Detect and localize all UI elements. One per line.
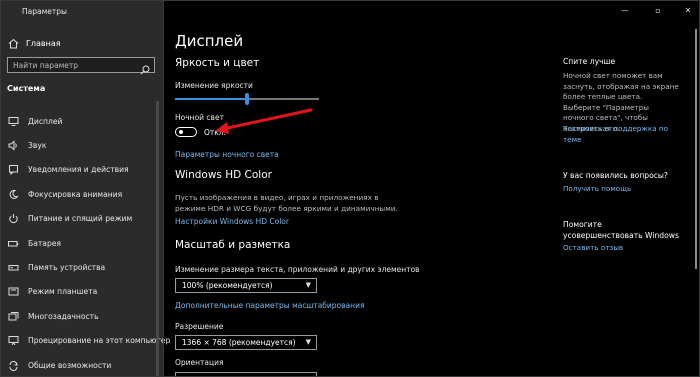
hdr-description: Пусть изображения в видео, играх и прило… [175,193,398,213]
sidebar-item-storage[interactable]: Память устройства [1,255,163,279]
sidebar-item-multitasking[interactable]: Многозадачность [1,304,163,328]
chevron-down-icon: ▼ [305,338,311,346]
sidebar-item-label: Режим планшета [28,287,98,297]
speaker-icon [7,140,19,152]
sidebar-item-projecting[interactable]: Проецирование на этот компьютер [1,329,170,353]
brightness-label: Изменение яркости [175,81,253,90]
scale-section-title: Масштаб и разметка [175,239,291,251]
search-icon[interactable] [140,60,150,75]
shared-icon [7,359,19,371]
brightness-section-title: Яркость и цвет [175,57,260,69]
sidebar-item-focus-assist[interactable]: Фокусировка внимания [1,182,163,206]
toggle-knob [179,129,183,134]
monitor-icon [7,115,19,127]
improve-title: Помогите усовершенствовать Windows [563,220,679,240]
support-link[interactable]: Техническая поддержка по теме [563,124,681,145]
main-content: Дисплей Яркость и цвет Изменение яркости… [175,1,535,376]
hdr-settings-link[interactable]: Настройки Windows HD Color [175,217,289,226]
sidebar-item-label: Звук [28,141,47,151]
chevron-down-icon: ▼ [305,281,311,289]
projector-icon [7,335,19,347]
sidebar-item-label: Питание и спящий режим [28,214,133,224]
scale-dropdown[interactable]: 100% (рекомендуется) ▼ [175,278,317,293]
scale-label: Изменение размера текста, приложений и д… [175,265,420,274]
search-box[interactable] [7,57,155,75]
get-help-link[interactable]: Получить помощь [563,184,681,195]
night-light-settings-link[interactable]: Параметры ночного света [175,150,279,159]
sidebar-item-label: Фокусировка внимания [28,189,123,199]
storage-icon [7,262,19,274]
sidebar-nav: Дисплей Звук Уведомления и действия Фоку… [1,109,170,376]
night-light-toggle[interactable] [175,127,197,137]
app-title: Параметры [22,7,67,16]
multitasking-icon [7,310,19,322]
help-aside: Спите лучше Ночной свет поможет вам засн… [563,1,693,376]
brightness-slider-fill [175,98,247,100]
resolution-dropdown-value: 1366 × 768 (рекомендуется) [182,338,296,347]
sidebar-item-sound[interactable]: Звук [1,133,163,157]
sidebar-item-label: Память устройства [28,263,106,273]
questions-title: У вас появились вопросы? [563,171,668,180]
sidebar-divider [163,1,164,376]
sidebar-item-label: Уведомления и действия [28,165,129,175]
scale-dropdown-value: 100% (рекомендуется) [182,281,273,290]
sidebar-item-shared-experiences[interactable]: Общие возможности [1,353,163,376]
sidebar-item-label: Батарея [28,238,62,248]
resolution-label: Разрешение [175,322,224,331]
settings-window: Параметры Главная Система Дисплей Звук [0,0,700,377]
brightness-slider[interactable] [175,93,319,105]
hdr-section-title: Windows HD Color [175,169,272,181]
section-title: Система [7,84,46,93]
sidebar-item-power[interactable]: Питание и спящий режим [1,207,163,231]
sidebar-item-label: Дисплей [28,116,63,126]
advanced-scaling-link[interactable]: Дополнительные параметры масштабирования [175,301,364,310]
main-scrollbar[interactable] [695,29,697,269]
tablet-icon [7,286,19,298]
page-title: Дисплей [175,32,244,50]
brightness-slider-thumb[interactable] [245,93,249,105]
sidebar-item-label: Общие возможности [28,360,112,370]
sidebar-item-tablet-mode[interactable]: Режим планшета [1,280,163,304]
home-icon [7,37,19,49]
sidebar-item-battery[interactable]: Батарея [1,231,163,255]
feedback-link[interactable]: Оставить отзыв [563,243,681,254]
sidebar-item-label: Проецирование на этот компьютер [28,336,171,346]
sidebar-item-notifications[interactable]: Уведомления и действия [1,158,163,182]
sidebar-scrollbar[interactable] [156,101,159,376]
home-label: Главная [26,38,61,48]
resolution-dropdown[interactable]: 1366 × 768 (рекомендуется) ▼ [175,335,317,350]
home-button[interactable]: Главная [7,36,61,50]
moon-icon [7,188,19,200]
sidebar: Параметры Главная Система Дисплей Звук [1,1,170,376]
notification-icon [7,164,19,176]
night-tip-title: Спите лучше [563,57,616,66]
sidebar-item-display[interactable]: Дисплей [1,109,163,133]
orientation-dropdown[interactable] [175,372,317,376]
sidebar-item-label: Многозадачность [28,311,99,321]
night-light-label: Ночной свет [175,113,224,122]
night-light-state: Откл. [204,128,226,137]
battery-icon [7,237,19,249]
power-icon [7,213,19,225]
search-input[interactable] [8,58,133,72]
orientation-label: Ориентация [175,358,224,367]
